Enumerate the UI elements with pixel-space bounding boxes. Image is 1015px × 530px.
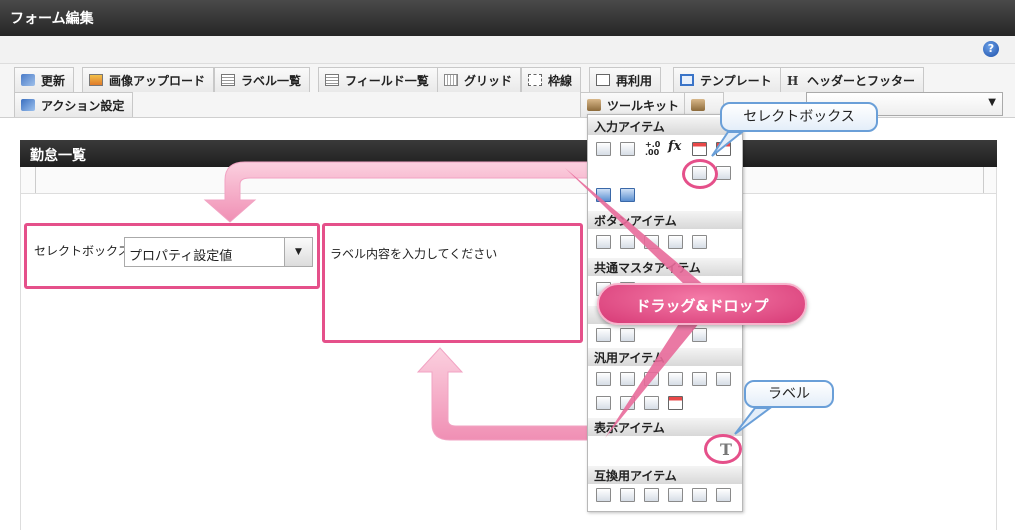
textbox-icon[interactable] bbox=[596, 142, 611, 156]
template-button[interactable]: テンプレート bbox=[673, 67, 781, 92]
image-upload-label: 画像アップロード bbox=[109, 73, 206, 88]
compat-image-icon[interactable] bbox=[596, 488, 611, 502]
button-next-icon[interactable] bbox=[668, 235, 683, 249]
toolkit-section-compat[interactable]: 互換用アイテム bbox=[588, 466, 742, 484]
calendar-icon[interactable] bbox=[692, 142, 707, 156]
action-icon bbox=[21, 99, 35, 111]
panel-header-row bbox=[20, 167, 997, 194]
help-bar: ? bbox=[0, 36, 1015, 64]
table-icon[interactable] bbox=[620, 188, 635, 202]
column-divider bbox=[983, 167, 984, 193]
header-footer-button[interactable]: H ヘッダーとフッター bbox=[780, 67, 925, 92]
button-back-icon[interactable] bbox=[620, 235, 635, 249]
image-upload-icon bbox=[89, 74, 103, 86]
radio-icon[interactable] bbox=[668, 488, 683, 502]
field-list-label: フィールド一覧 bbox=[345, 73, 429, 88]
reuse-button[interactable]: 再利用 bbox=[589, 67, 662, 92]
selectbox-label: セレクトボックス bbox=[34, 244, 130, 258]
grid-label: グリッド bbox=[464, 73, 513, 88]
label-list-button[interactable]: ラベル一覧 bbox=[214, 67, 311, 92]
clipboard-icon[interactable] bbox=[596, 328, 611, 342]
image-upload-button[interactable]: 画像アップロード bbox=[82, 67, 215, 92]
link-icon[interactable] bbox=[644, 372, 659, 386]
download-icon[interactable] bbox=[716, 372, 731, 386]
window-title: フォーム編集 bbox=[0, 0, 1015, 36]
header-footer-label: ヘッダーとフッター bbox=[807, 73, 916, 88]
folder-icon[interactable] bbox=[644, 396, 659, 410]
field-list-icon bbox=[325, 74, 339, 86]
panel-icon[interactable] bbox=[596, 396, 611, 410]
drag-drop-badge: ドラッグ&ドロップ bbox=[597, 283, 807, 325]
toolkit-label: ツールキット bbox=[607, 98, 680, 113]
action-settings-label: アクション設定 bbox=[41, 98, 125, 113]
chevron-down-icon[interactable]: ▼ bbox=[284, 238, 312, 266]
label-item-frame[interactable] bbox=[322, 223, 583, 343]
toolkit-icon bbox=[587, 99, 601, 111]
grid-button[interactable]: グリッド bbox=[437, 67, 522, 92]
compat-select-icon[interactable] bbox=[692, 488, 707, 502]
selectbox-field[interactable]: プロパティ設定値 ▼ bbox=[124, 237, 313, 267]
toolkit-section-general[interactable]: 汎用アイテム bbox=[588, 348, 742, 366]
selectbox-callout: セレクトボックス bbox=[720, 102, 878, 132]
template-icon bbox=[680, 74, 694, 86]
refresh-icon bbox=[21, 74, 35, 86]
selectbox-value: プロパティ設定値 bbox=[129, 249, 233, 264]
selectbox-icon-highlight bbox=[682, 159, 718, 189]
chevron-down-icon: ▼ bbox=[988, 97, 996, 108]
label-list-label: ラベル一覧 bbox=[241, 73, 302, 88]
hidden-field-icon[interactable] bbox=[596, 372, 611, 386]
checkbox-icon[interactable] bbox=[644, 488, 659, 502]
border-icon bbox=[528, 74, 542, 86]
button-prev-icon[interactable] bbox=[644, 235, 659, 249]
border-button[interactable]: 枠線 bbox=[521, 67, 582, 92]
file-upload-icon[interactable] bbox=[596, 188, 611, 202]
toolkit-secondary-icon bbox=[691, 99, 705, 111]
button-forward-icon[interactable] bbox=[692, 235, 707, 249]
label-icon-highlight bbox=[704, 434, 742, 464]
datetime-icon[interactable] bbox=[716, 142, 731, 156]
label-item-text: ラベル内容を入力してください bbox=[330, 247, 498, 261]
toolkit-section-button[interactable]: ボタンアイテム bbox=[588, 211, 742, 229]
update-button[interactable]: 更新 bbox=[14, 67, 75, 92]
person-icon[interactable] bbox=[692, 328, 707, 342]
grid-icon bbox=[444, 74, 458, 86]
number-icon-sub: .00 bbox=[645, 148, 660, 157]
compat-text-icon[interactable] bbox=[620, 488, 635, 502]
search-icon[interactable] bbox=[668, 372, 683, 386]
template-label: テンプレート bbox=[700, 73, 772, 88]
reuse-label: 再利用 bbox=[616, 73, 653, 88]
action-settings-button[interactable]: アクション設定 bbox=[14, 92, 134, 117]
textarea-icon[interactable] bbox=[620, 142, 635, 156]
border-label: 枠線 bbox=[548, 73, 573, 88]
column-divider bbox=[35, 167, 36, 193]
help-icon[interactable]: ? bbox=[983, 41, 999, 57]
field-list-button[interactable]: フィールド一覧 bbox=[318, 67, 438, 92]
toolkit-section-input[interactable]: 入力アイテム bbox=[588, 117, 742, 135]
attachment-icon[interactable] bbox=[620, 328, 635, 342]
schedule-icon[interactable] bbox=[668, 396, 683, 410]
label-list-icon bbox=[221, 74, 235, 86]
button-icon[interactable] bbox=[596, 235, 611, 249]
list-icon[interactable] bbox=[620, 396, 635, 410]
reuse-icon bbox=[596, 74, 610, 86]
formula-icon[interactable]: fx bbox=[668, 139, 681, 154]
listbox-icon[interactable] bbox=[716, 166, 731, 180]
compat-list-icon[interactable] bbox=[716, 488, 731, 502]
update-label: 更新 bbox=[41, 73, 66, 88]
document-icon[interactable] bbox=[620, 372, 635, 386]
upload-icon[interactable] bbox=[692, 372, 707, 386]
header-footer-icon: H bbox=[787, 74, 799, 88]
panel-title: 勤怠一覧 bbox=[20, 140, 997, 167]
label-callout: ラベル bbox=[744, 380, 834, 408]
toolkit-section-master[interactable]: 共通マスタアイテム bbox=[588, 258, 742, 276]
